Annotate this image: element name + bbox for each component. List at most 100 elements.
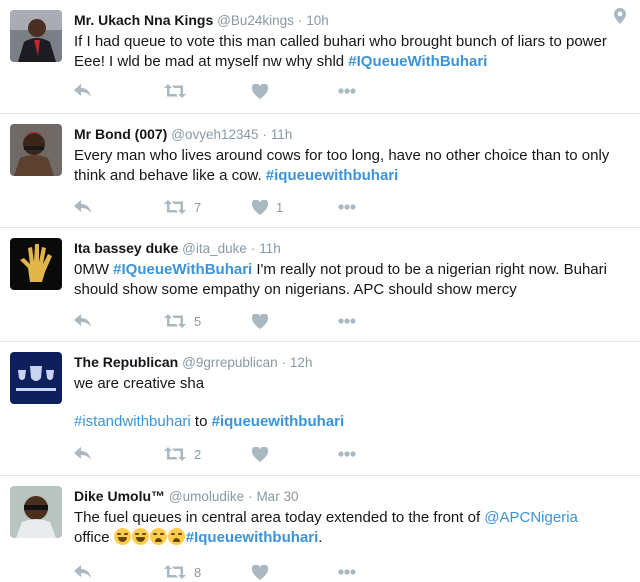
timestamp[interactable]: 11h — [259, 241, 281, 256]
tweet-feed: Mr. Ukach Nna Kings @Bu24kings · 10h If … — [0, 0, 640, 582]
retweet-icon — [164, 84, 186, 98]
tweet[interactable]: The Republican @9grrepublican · 12h we a… — [0, 342, 640, 476]
reply-icon — [74, 200, 91, 213]
mention-link[interactable]: @APCNigeria — [484, 509, 578, 526]
heart-icon — [252, 313, 268, 329]
reply-button[interactable] — [74, 311, 92, 331]
like-count: 1 — [276, 199, 284, 215]
author-handle[interactable]: @ita_duke — [182, 241, 247, 256]
reply-button[interactable] — [74, 444, 92, 464]
tweet-line: think and behave like a cow. #iqueuewith… — [74, 166, 632, 186]
tweet-actions: 8 — [74, 562, 374, 582]
author-name[interactable]: The Republican — [74, 354, 178, 370]
tweet[interactable]: Mr. Ukach Nna Kings @Bu24kings · 10h If … — [0, 0, 640, 114]
retweet-count: 7 — [194, 199, 202, 215]
retweet-button[interactable] — [164, 81, 194, 101]
separator-dot: · — [248, 489, 253, 504]
tweet-actions — [74, 81, 374, 101]
more-button[interactable] — [338, 444, 356, 464]
more-button[interactable] — [338, 197, 356, 217]
more-button[interactable] — [338, 81, 356, 101]
tweet-line: 0MW #IQueueWithBuhari I'm really not pro… — [74, 260, 632, 280]
separator-dot: · — [297, 13, 303, 28]
tweet-header: The Republican @9grrepublican · 12h — [74, 353, 312, 372]
like-button[interactable] — [252, 311, 276, 331]
retweet-button[interactable]: 7 — [164, 197, 201, 217]
tweet-line: #istandwithbuhari to #iqueuewithbuhari — [74, 412, 632, 432]
tweet-line: Every man who lives around cows for too … — [74, 147, 610, 164]
retweet-icon — [164, 314, 186, 328]
tweet-text-segment: think and behave like a cow. — [74, 167, 266, 184]
reply-button[interactable] — [74, 197, 92, 217]
tweet-text: If I had queue to vote this man called b… — [74, 32, 632, 72]
like-button[interactable] — [252, 562, 276, 582]
avatar[interactable] — [10, 124, 62, 176]
retweet-icon — [164, 200, 186, 214]
avatar[interactable] — [10, 486, 62, 538]
tweet-line: should show some empathy on nigerians. A… — [74, 281, 517, 298]
more-icon — [338, 569, 356, 575]
tweet-text-segment: The fuel queues in central area today ex… — [74, 509, 485, 526]
separator-dot: · — [281, 355, 287, 370]
weary-face-emoji-icon — [149, 528, 167, 545]
retweet-count: 8 — [194, 564, 202, 580]
tweet-text-segment: I'm really not proud to be a nigerian ri… — [252, 261, 607, 278]
tweet-actions: 2 — [74, 444, 374, 464]
tweet-text: we are creative sha #istandwithbuhari to… — [74, 374, 632, 432]
author-name[interactable]: Ita bassey duke — [74, 240, 178, 256]
author-handle[interactable]: @9grrepublican — [182, 355, 278, 370]
retweet-button[interactable]: 2 — [164, 444, 201, 464]
reply-icon — [74, 84, 91, 97]
heart-icon — [252, 564, 268, 580]
retweet-button[interactable]: 8 — [164, 562, 201, 582]
author-handle[interactable]: @Bu24kings — [217, 13, 294, 28]
author-handle[interactable]: @ovyeh12345 — [171, 127, 258, 142]
more-button[interactable] — [338, 311, 356, 331]
tweet[interactable]: Ita bassey duke @ita_duke · 11h 0MW #IQu… — [0, 228, 640, 342]
reply-button[interactable] — [74, 562, 92, 582]
avatar[interactable] — [10, 352, 62, 404]
like-button[interactable] — [252, 444, 276, 464]
timestamp[interactable]: 10h — [306, 13, 329, 28]
heart-icon — [252, 446, 268, 462]
tweet-header: Mr. Ukach Nna Kings @Bu24kings · 10h — [74, 11, 329, 30]
hashtag-link[interactable]: #Iqueuewithbuhari — [186, 529, 319, 546]
timestamp[interactable]: 12h — [290, 355, 313, 370]
avatar[interactable] — [10, 238, 62, 290]
author-handle[interactable]: @umoludike — [169, 489, 244, 504]
author-name[interactable]: Mr. Ukach Nna Kings — [74, 12, 213, 28]
retweet-icon — [164, 447, 186, 461]
hashtag-link[interactable]: #iqueuewithbuhari — [212, 413, 345, 430]
more-button[interactable] — [338, 562, 356, 582]
retweet-button[interactable]: 5 — [164, 311, 201, 331]
more-icon — [338, 88, 356, 94]
tweet-line: office #Iqueuewithbuhari. — [74, 528, 632, 548]
retweet-icon — [164, 565, 186, 579]
tweet-text-segment: to — [190, 413, 212, 430]
tweet[interactable]: Dike Umolu™ @umoludike · Mar 30 The fuel… — [0, 476, 640, 582]
reply-icon — [74, 565, 91, 578]
tweet-line: The fuel queues in central area today ex… — [74, 508, 632, 528]
more-icon — [338, 451, 356, 457]
timestamp[interactable]: 11h — [271, 127, 293, 142]
author-name[interactable]: Mr Bond (007) — [74, 126, 167, 142]
like-button[interactable]: 1 — [252, 197, 283, 217]
timestamp[interactable]: Mar 30 — [256, 489, 298, 504]
hashtag-link[interactable]: #IQueueWithBuhari — [113, 261, 252, 278]
like-button[interactable] — [252, 81, 276, 101]
tweet-text-segment: . — [318, 529, 323, 546]
tweet[interactable]: Mr Bond (007) @ovyeh12345 · 11h Every ma… — [0, 114, 640, 228]
separator-dot: · — [262, 127, 267, 142]
hashtag-link[interactable]: #IQueueWithBuhari — [348, 53, 487, 70]
hashtag-link[interactable]: #istandwithbuhari — [74, 413, 191, 430]
tweet-text-segment: 0MW — [74, 261, 114, 278]
tweet-line: Eee! I wld be mad at myself nw why shld … — [74, 52, 632, 72]
tweet-header: Mr Bond (007) @ovyeh12345 · 11h — [74, 125, 292, 144]
author-name[interactable]: Dike Umolu™ — [74, 488, 165, 504]
hashtag-link[interactable]: #iqueuewithbuhari — [266, 167, 399, 184]
tweet-text-segment: office — [74, 529, 114, 546]
reply-button[interactable] — [74, 81, 92, 101]
tweet-line: If I had queue to vote this man called b… — [74, 33, 607, 50]
avatar[interactable] — [10, 10, 62, 62]
tweet-text: 0MW #IQueueWithBuhari I'm really not pro… — [74, 260, 632, 300]
